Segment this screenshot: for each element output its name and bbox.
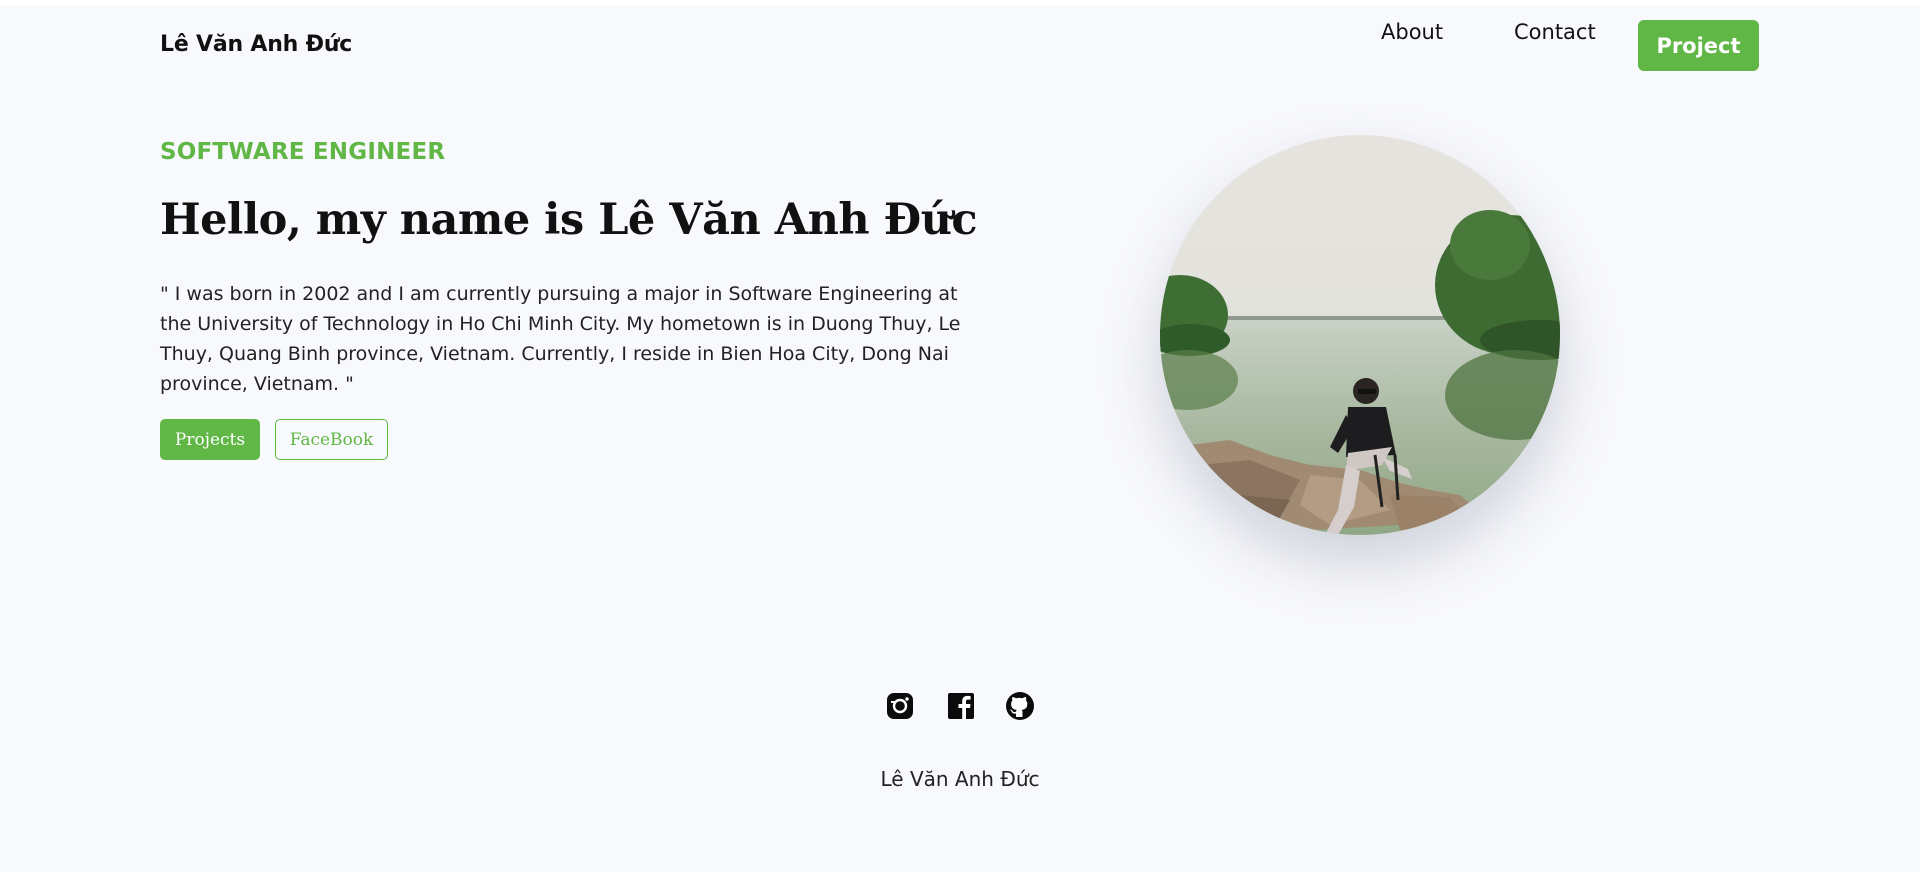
brand-name[interactable]: Lê Văn Anh Đức <box>160 32 352 57</box>
page: Lê Văn Anh Đức About Contact Project SOF… <box>0 5 1920 872</box>
hero-bio: " I was born in 2002 and I am currently … <box>160 283 961 395</box>
social-links <box>0 690 1920 726</box>
github-icon[interactable] <box>1004 690 1036 722</box>
instagram-icon[interactable] <box>884 690 916 722</box>
nav-contact-link[interactable]: Contact <box>1514 20 1596 44</box>
facebook-button[interactable]: FaceBook <box>275 419 388 460</box>
facebook-icon[interactable] <box>945 690 977 722</box>
projects-button[interactable]: Projects <box>160 419 260 460</box>
profile-photo <box>1160 135 1560 535</box>
footer-name: Lê Văn Anh Đức <box>880 767 1040 791</box>
hero-headline: Hello, my name is Lê Văn Anh Đức <box>160 195 978 245</box>
role-title: SOFTWARE ENGINEER <box>160 139 446 165</box>
nav-about-link[interactable]: About <box>1381 20 1443 44</box>
nav-project-button[interactable]: Project <box>1638 20 1759 71</box>
